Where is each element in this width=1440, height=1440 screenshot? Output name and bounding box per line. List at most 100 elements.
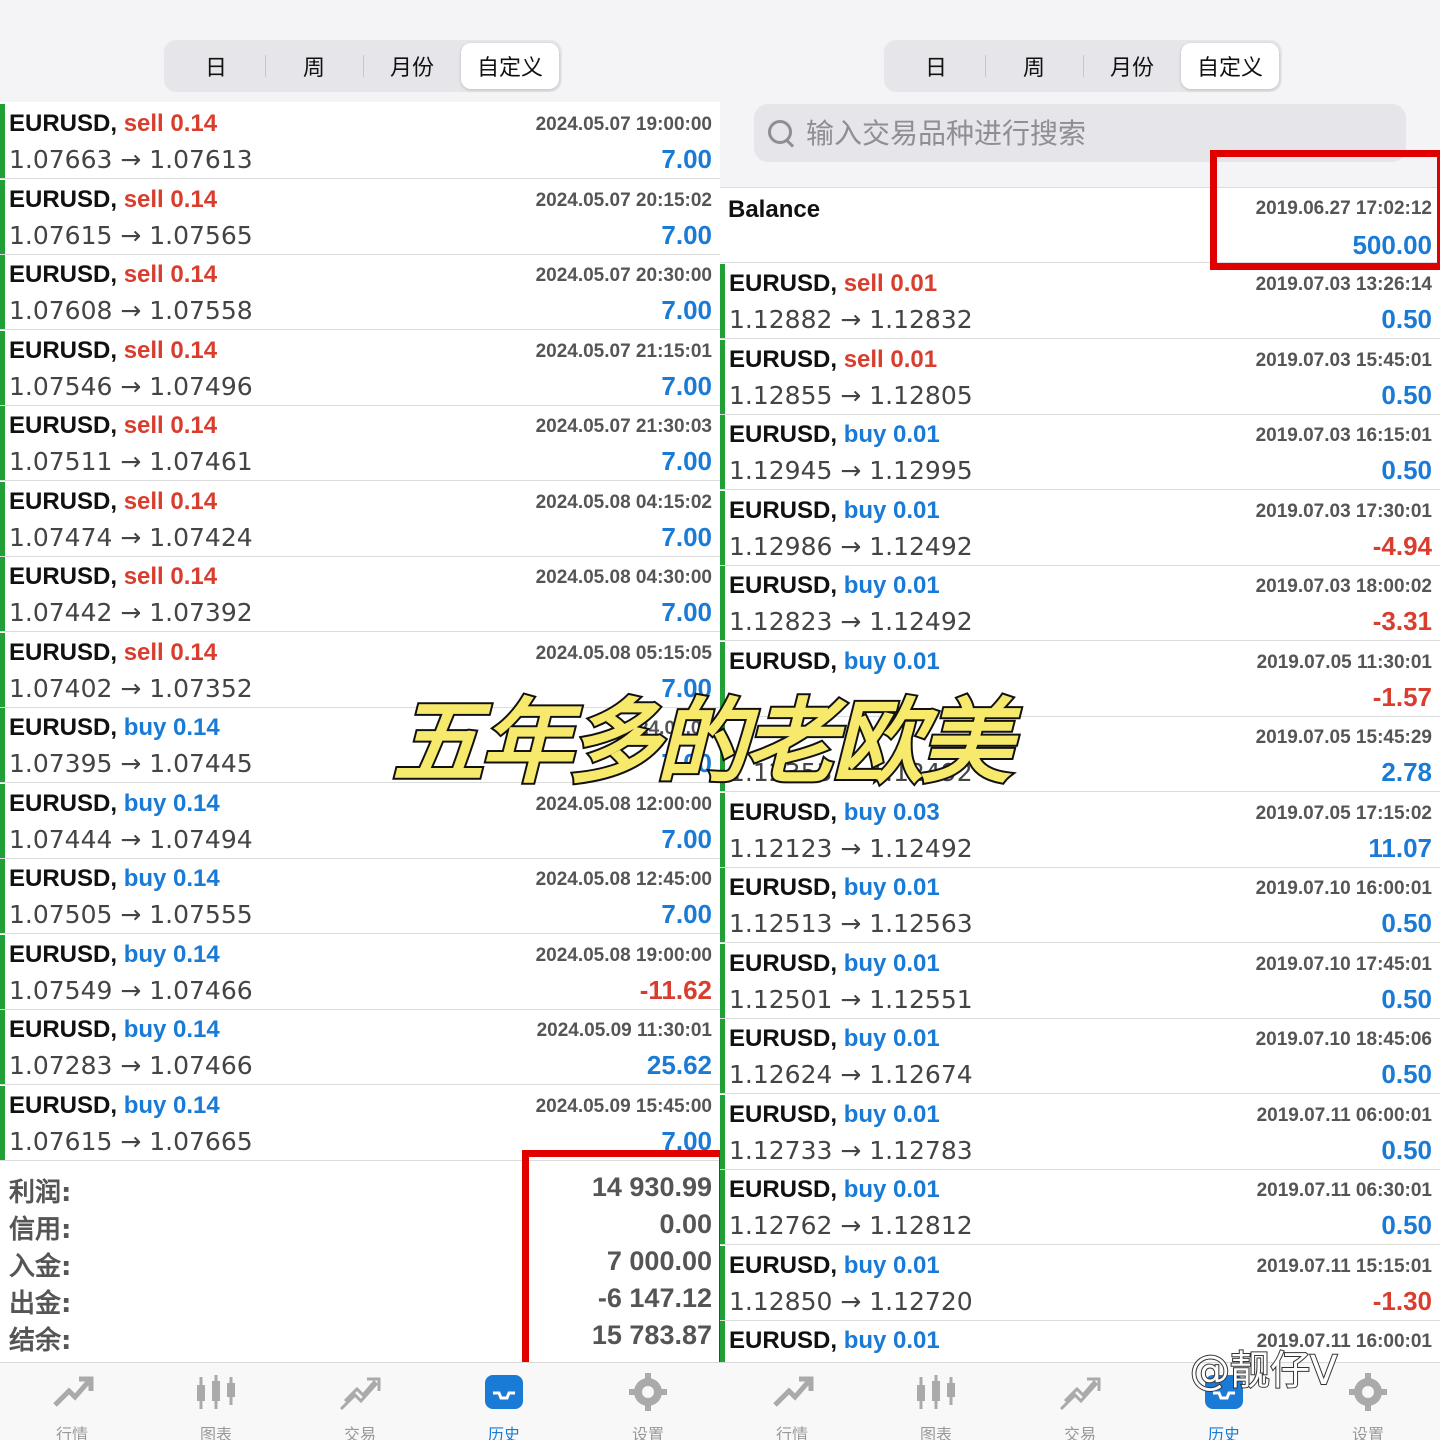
tab-history[interactable]: 历史 [432, 1363, 576, 1440]
left-segment-day[interactable]: 日 [167, 43, 265, 89]
tab-quotes[interactable]: 行情 [0, 1363, 144, 1440]
chart-icon [913, 1371, 959, 1413]
trade-row[interactable]: EURUSD, buy 0.01 1.12823 → 1.12492 2019.07… [720, 566, 1440, 641]
overlay-caption-text: 五年多的老欧美 [390, 687, 1014, 798]
trade-type-volume: buy 0.14 [123, 714, 220, 741]
watermark-text: @靓仔V [1189, 1347, 1338, 1395]
trade-row[interactable]: EURUSD, sell 0.14 1.07442 → 1.07392 2024.0… [0, 557, 720, 632]
tab-chart[interactable]: 图表 [144, 1363, 288, 1440]
price-open-close: 1.12855 → 1.12805 [729, 381, 973, 410]
tab-trade[interactable]: 交易 [1008, 1363, 1152, 1440]
symbol-name: EURUSD, [9, 261, 118, 288]
row-indicator-bar [720, 264, 725, 338]
trade-symbol: EURUSD, buy 0.01 [729, 1025, 940, 1053]
tab-quotes[interactable]: 行情 [720, 1363, 864, 1440]
row-indicator-bar [0, 406, 5, 480]
settings-icon [625, 1371, 671, 1413]
close-price: 1.12674 [869, 1060, 973, 1089]
trade-symbol: EURUSD, buy 0.01 [729, 950, 940, 978]
left-segment-week[interactable]: 周 [265, 43, 363, 89]
row-indicator-bar [720, 566, 725, 640]
price-open-close: 1.12123 → 1.12492 [729, 834, 973, 863]
price-open-close: 1.12624 → 1.12674 [729, 1060, 973, 1089]
close-price: 1.07461 [149, 447, 253, 476]
open-price: 1.12501 [729, 984, 833, 1014]
trade-type-volume: buy 0.01 [843, 572, 940, 599]
arrow-glyph: → [840, 380, 862, 410]
trade-close-time: 2019.07.03 13:26:14 [1255, 274, 1432, 295]
row-indicator-bar [0, 255, 5, 329]
trade-type-volume: sell 0.01 [843, 270, 938, 297]
trade-row[interactable]: EURUSD, sell 0.14 1.07663 → 1.07613 2024.0… [0, 104, 720, 179]
trade-type-volume: buy 0.01 [843, 1100, 940, 1128]
trade-row[interactable]: EURUSD, sell 0.14 1.07511 → 1.07461 2024.0… [0, 406, 720, 481]
trade-row[interactable]: EURUSD, sell 0.14 1.07474 → 1.07424 2024.0… [0, 481, 720, 557]
trade-row[interactable]: EURUSD, buy 0.01 1.12945 → 1.12995 2019.07… [720, 415, 1440, 490]
trade-type-volume: buy 0.01 [843, 1251, 940, 1279]
trade-row[interactable]: EURUSD, buy 0.01 1.12624 → 1.12674 2019.07… [720, 1019, 1440, 1094]
trade-row[interactable]: EURUSD, sell 0.01 1.12855 → 1.12805 2019.0… [720, 339, 1440, 415]
row-indicator-bar [720, 415, 725, 489]
tab-chart[interactable]: 图表 [864, 1363, 1008, 1440]
trade-row[interactable]: EURUSD, buy 0.14 1.07549 → 1.07466 2024.05… [0, 934, 720, 1010]
symbol-search-input[interactable] [806, 116, 1366, 150]
row-indicator-bar [720, 1019, 725, 1093]
open-price: 1.12882 [729, 305, 833, 334]
left-segment-custom[interactable]: 自定义 [461, 43, 559, 89]
trade-icon [337, 1371, 383, 1413]
summary-label: 出金: [9, 1289, 72, 1319]
search-icon [766, 118, 796, 148]
arrow-glyph: → [840, 531, 862, 561]
arrow-glyph: → [840, 1060, 862, 1089]
right-segment-custom[interactable]: 自定义 [1181, 43, 1279, 89]
trade-close-time: 2019.07.05 17:15:02 [1255, 802, 1432, 824]
open-price: 1.07511 [9, 447, 113, 476]
row-indicator-bar [720, 943, 725, 1018]
close-price: 1.12551 [869, 984, 973, 1014]
trade-row[interactable]: EURUSD, buy 0.01 1.12501 → 1.12551 2019.07… [720, 943, 1440, 1019]
symbol-name: EURUSD, [729, 270, 838, 297]
trade-row[interactable]: EURUSD, buy 0.03 1.12123 → 1.12492 2019.07… [720, 792, 1440, 868]
trade-symbol: EURUSD, buy 0.01 [729, 874, 940, 902]
trade-row[interactable]: EURUSD, buy 0.01 1.12733 → 1.12783 2019.07… [720, 1094, 1440, 1170]
tab-settings[interactable]: 设置 [576, 1363, 720, 1440]
trade-row[interactable]: EURUSD, sell 0.14 1.07615 → 1.07565 2024.0… [0, 179, 720, 255]
trade-row[interactable]: EURUSD, buy 0.01 1.12850 → 1.12720 2019.07… [720, 1245, 1440, 1321]
row-indicator-bar [720, 868, 725, 942]
trade-symbol: EURUSD, buy 0.14 [9, 714, 220, 742]
price-open-close: 1.07402 → 1.07352 [9, 674, 253, 703]
overlay-caption: 五年多的老欧美 [390, 668, 1072, 798]
left-segment-month[interactable]: 月份 [363, 43, 461, 89]
trade-close-time: 2024.05.08 19:00:00 [535, 944, 712, 966]
trade-row[interactable]: EURUSD, buy 0.14 1.07283 → 1.07466 2024.05… [0, 1010, 720, 1085]
row-indicator-bar [0, 330, 5, 405]
close-price: 1.07445 [149, 749, 253, 778]
symbol-name: EURUSD, [729, 496, 838, 524]
open-price: 1.07549 [9, 975, 113, 1005]
trade-row[interactable]: EURUSD, buy 0.14 1.07505 → 1.07555 2024.05… [0, 859, 720, 934]
symbol-name: EURUSD, [9, 940, 118, 968]
row-indicator-bar [720, 1245, 725, 1320]
right-segment-week[interactable]: 周 [985, 43, 1083, 89]
trade-row[interactable]: EURUSD, buy 0.01 1.12986 → 1.12492 2019.07… [720, 490, 1440, 566]
right-segment-day[interactable]: 日 [887, 43, 985, 89]
tab-label: 图表 [199, 1425, 232, 1440]
close-price: 1.07613 [149, 145, 253, 174]
trade-profit: -3.31 [1372, 606, 1432, 636]
trade-row[interactable]: EURUSD, sell 0.01 1.12882 → 1.12832 2019.0… [720, 264, 1440, 339]
trade-type-volume: sell 0.01 [843, 345, 938, 373]
trade-close-time: 2019.07.05 11:30:01 [1256, 651, 1432, 673]
symbol-name: EURUSD, [729, 1100, 838, 1128]
trade-row[interactable]: EURUSD, sell 0.14 1.07546 → 1.07496 2024.0… [0, 330, 720, 406]
arrow-glyph: → [120, 900, 142, 929]
right-segment-month[interactable]: 月份 [1083, 43, 1181, 89]
trade-row[interactable]: EURUSD, buy 0.01 1.12513 → 1.12563 2019.07… [720, 868, 1440, 943]
arrow-glyph: → [840, 456, 862, 485]
summary-label: 入金: [9, 1252, 72, 1282]
tab-trade[interactable]: 交易 [288, 1363, 432, 1440]
history-icon [481, 1371, 527, 1413]
close-price: 1.07558 [149, 296, 253, 325]
trade-row[interactable]: EURUSD, buy 0.01 1.12762 → 1.12812 2019.07… [720, 1170, 1440, 1245]
close-price: 1.07352 [149, 673, 253, 703]
trade-row[interactable]: EURUSD, sell 0.14 1.07608 → 1.07558 2024.0… [0, 255, 720, 330]
